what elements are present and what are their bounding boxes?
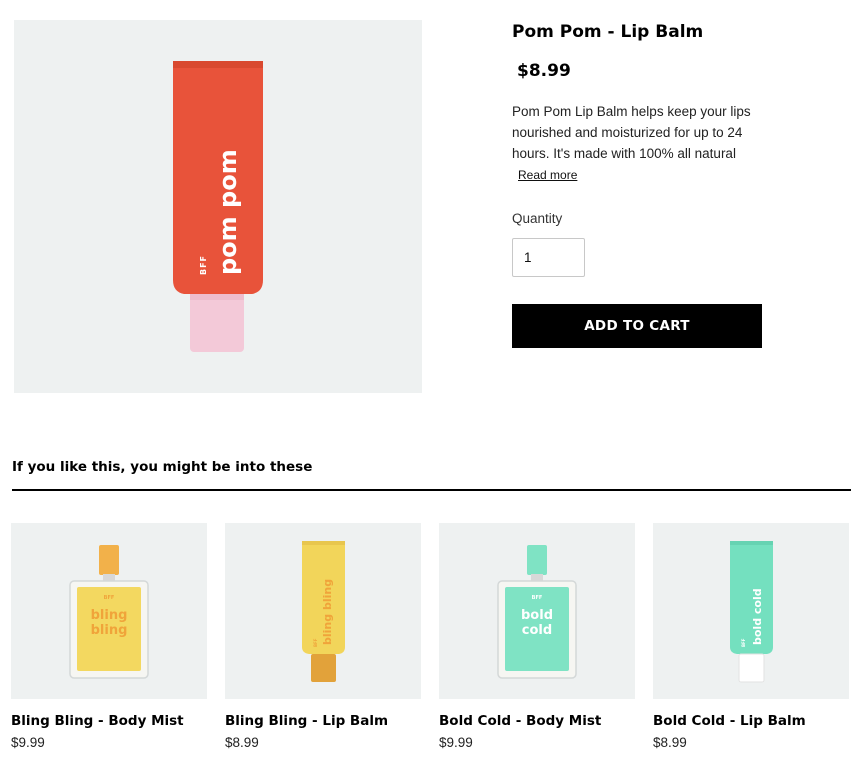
svg-text:bling: bling — [91, 623, 128, 638]
add-to-cart-button[interactable]: ADD TO CART — [512, 304, 762, 348]
svg-text:BFF: BFF — [313, 638, 318, 647]
svg-text:cold: cold — [522, 623, 552, 638]
product-card-bling-bling-body-mist[interactable]: BFF bling bling Bling Bling - Body Mist … — [11, 523, 207, 759]
product-card-name[interactable]: Bling Bling - Body Mist — [11, 713, 184, 729]
product-image: pom pom BFF — [14, 20, 422, 393]
read-more-link[interactable]: Read more — [518, 168, 577, 182]
tube-label: pom pom — [214, 149, 242, 275]
tube-illustration: bold cold BFF — [730, 541, 773, 683]
product-card-price: $8.99 — [225, 735, 259, 750]
tube-crimp — [173, 61, 263, 69]
svg-text:BFF: BFF — [532, 595, 543, 601]
product-card-bold-cold-body-mist[interactable]: BFF bold cold Bold Cold - Body Mist $9.9… — [439, 523, 635, 759]
svg-text:bold cold: bold cold — [751, 588, 764, 645]
related-heading: If you like this, you might be into thes… — [12, 459, 313, 475]
product-card-price: $9.99 — [11, 735, 45, 750]
svg-text:BFF: BFF — [104, 595, 115, 601]
tube-cap — [190, 294, 244, 352]
product-card-image[interactable]: bold cold BFF — [653, 523, 849, 699]
product-card-name[interactable]: Bold Cold - Lip Balm — [653, 713, 806, 729]
product-card-price: $8.99 — [653, 735, 687, 750]
product-card-bold-cold-lip-balm[interactable]: bold cold BFF Bold Cold - Lip Balm $8.99 — [653, 523, 849, 759]
product-card-name[interactable]: Bling Bling - Lip Balm — [225, 713, 388, 729]
product-price: $8.99 — [517, 61, 571, 81]
quantity-label: Quantity — [512, 211, 563, 226]
product-card-bling-bling-lip-balm[interactable]: bling bling BFF Bling Bling - Lip Balm $… — [225, 523, 421, 759]
svg-text:bling bling: bling bling — [321, 579, 334, 645]
product-description: Pom Pom Lip Balm helps keep your lips no… — [512, 104, 751, 161]
brand-label: BFF — [199, 255, 208, 275]
bottle-illustration: BFF bold cold — [497, 545, 577, 679]
bottle-illustration: BFF bling bling — [69, 545, 149, 679]
quantity-input[interactable] — [512, 238, 585, 277]
product-card-image[interactable]: BFF bold cold — [439, 523, 635, 699]
product-card-name[interactable]: Bold Cold - Body Mist — [439, 713, 601, 729]
svg-text:bling: bling — [91, 608, 128, 623]
product-card-image[interactable]: BFF bling bling — [11, 523, 207, 699]
product-card-price: $9.99 — [439, 735, 473, 750]
pom-pom-tube-illustration: pom pom BFF — [173, 61, 263, 352]
tube-illustration: bling bling BFF — [302, 541, 345, 682]
section-divider — [12, 489, 851, 491]
product-card-image[interactable]: bling bling BFF — [225, 523, 421, 699]
svg-text:BFF: BFF — [741, 638, 746, 647]
svg-text:bold: bold — [521, 608, 553, 623]
product-title: Pom Pom - Lip Balm — [512, 22, 704, 42]
